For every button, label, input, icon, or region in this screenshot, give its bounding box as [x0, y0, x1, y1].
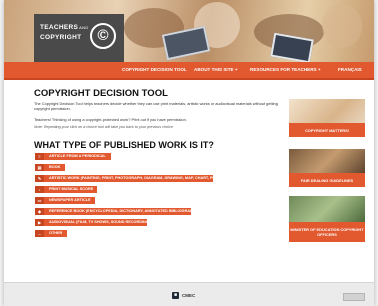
option-label: REFERENCE BOOK (ENCYCLOPEDIA, DICTIONARY…: [49, 209, 200, 213]
note-text: Note: Repeating your click on a choice t…: [34, 125, 174, 129]
intro-text: The Copyright Decision Tool helps teache…: [34, 101, 278, 112]
footer-org-name[interactable]: CMEC: [182, 292, 195, 299]
page-frame: TEACHERSAND COPYRIGHT © COPYRIGHT DECISI…: [4, 0, 374, 306]
option-label: ARTICLE FROM A PERIODICAL: [49, 154, 106, 158]
fair-dealing-panel[interactable]: FAIR DEALING GUIDELINES: [289, 149, 365, 187]
option-other-button[interactable]: … OTHER: [35, 230, 67, 237]
panel-label: FAIR DEALING GUIDELINES: [289, 173, 365, 187]
license-badge-icon[interactable]: [343, 293, 365, 301]
option-label: ARTISTIC WORK (PAINTING, PRINT, PHOTOGRA…: [49, 176, 222, 180]
panel-photo: [289, 149, 365, 175]
nav-item-about[interactable]: ABOUT THIS SITE +: [194, 62, 238, 78]
banner-photo-shape: [322, 4, 362, 48]
footer: ■ CMEC: [4, 282, 374, 306]
copyright-matters-panel[interactable]: COPYRIGHT MATTERS!: [289, 99, 365, 137]
panel-photo: [289, 196, 365, 222]
copyright-officers-panel[interactable]: MINISTER OF EDUCATION COPYRIGHT OFFICERS: [289, 196, 365, 242]
question-heading: WHAT TYPE OF PUBLISHED WORK IS IT?: [34, 140, 214, 150]
cmec-logo-icon: ■: [172, 292, 179, 299]
panel-photo: [289, 99, 365, 125]
option-music-score-button[interactable]: ♪ PRINT MUSICAL SCORE: [35, 186, 97, 193]
logo-text-teachers: TEACHERS: [40, 24, 79, 31]
copyright-symbol-icon: ©: [90, 23, 116, 49]
site-logo[interactable]: TEACHERSAND COPYRIGHT ©: [34, 14, 124, 62]
panel-label: COPYRIGHT MATTERS!: [289, 123, 365, 137]
nav-item-francais[interactable]: FRANÇAIS: [338, 62, 362, 78]
main-nav: COPYRIGHT DECISION TOOL ABOUT THIS SITE …: [4, 62, 374, 80]
option-label: BOOK: [49, 165, 61, 169]
nav-item-copyright-decision-tool[interactable]: COPYRIGHT DECISION TOOL: [122, 62, 187, 78]
article-icon: ≡: [35, 153, 44, 160]
option-article-button[interactable]: ≡ ARTICLE FROM A PERIODICAL: [35, 153, 111, 160]
logo-text-copyright: COPYRIGHT: [40, 34, 82, 41]
option-book-button[interactable]: ▤ BOOK: [35, 164, 65, 171]
panel-label: MINISTER OF EDUCATION COPYRIGHT OFFICERS: [289, 222, 365, 242]
book-icon: ▤: [35, 164, 44, 171]
audiovisual-icon: ▶: [35, 219, 44, 226]
reference-icon: ◆: [35, 208, 44, 215]
header-banner: TEACHERSAND COPYRIGHT ©: [4, 0, 374, 62]
artistic-icon: ✎: [35, 175, 44, 182]
option-label: NEWSPAPER ARTICLE: [49, 198, 91, 202]
page-title: COPYRIGHT DECISION TOOL: [34, 88, 168, 99]
option-artistic-work-button[interactable]: ✎ ARTISTIC WORK (PAINTING, PRINT, PHOTOG…: [35, 175, 222, 182]
option-label: AUDIOVISUAL (FILM, TV SHOWS, SOUND RECOR…: [49, 220, 150, 224]
option-newspaper-button[interactable]: ▭ NEWSPAPER ARTICLE: [35, 197, 95, 204]
option-label: PRINT MUSICAL SCORE: [49, 187, 94, 191]
newspaper-icon: ▭: [35, 197, 44, 204]
music-icon: ♪: [35, 186, 44, 193]
option-reference-book-button[interactable]: ◆ REFERENCE BOOK (ENCYCLOPEDIA, DICTIONA…: [35, 208, 199, 215]
permission-text: Teachers! Thinking of using a copyright-…: [34, 117, 187, 122]
logo-text-and: AND: [79, 25, 89, 30]
nav-item-resources[interactable]: RESOURCES FOR TEACHERS +: [250, 62, 321, 78]
option-audiovisual-button[interactable]: ▶ AUDIOVISUAL (FILM, TV SHOWS, SOUND REC…: [35, 219, 150, 226]
option-label: OTHER: [49, 231, 63, 235]
other-icon: …: [35, 230, 44, 237]
